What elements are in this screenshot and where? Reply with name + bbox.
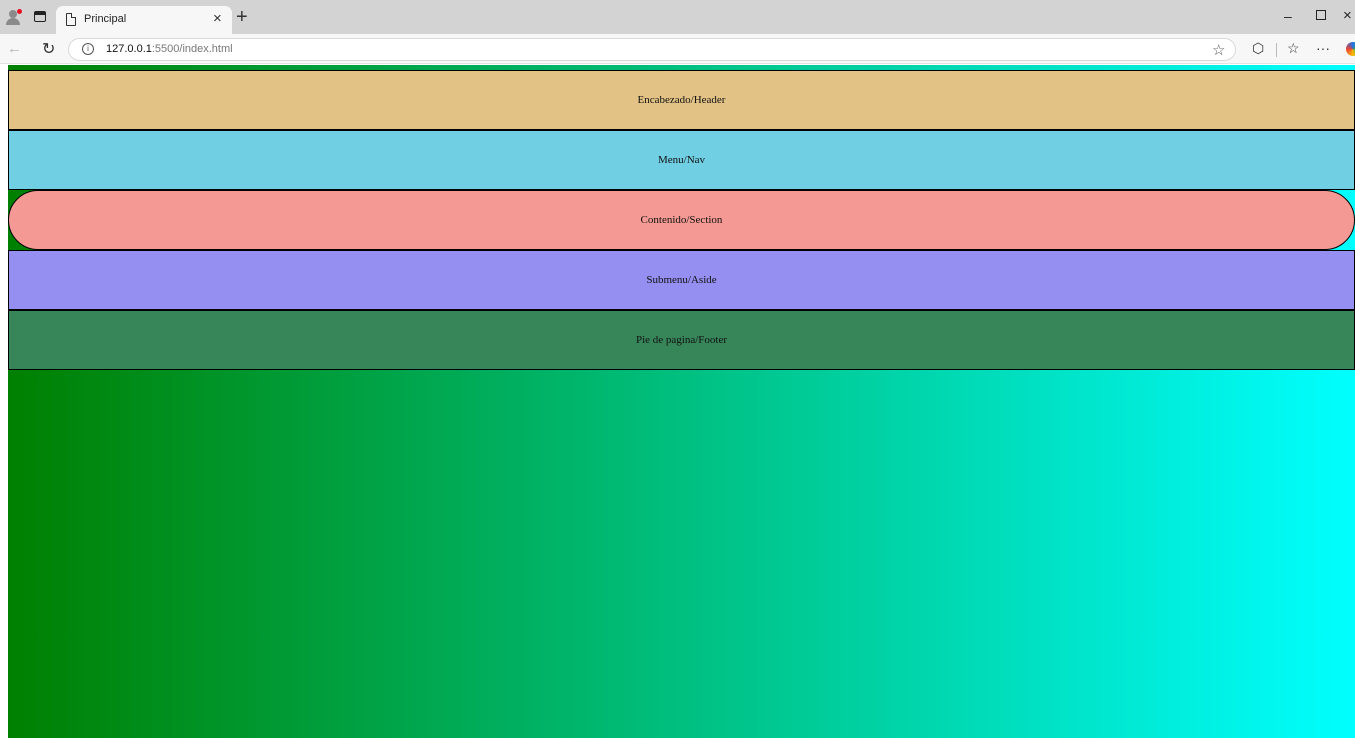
tab-actions-icon[interactable] <box>34 11 46 22</box>
profile-icon[interactable] <box>6 9 24 25</box>
footer-label: Pie de pagina/Footer <box>635 334 728 346</box>
address-bar[interactable]: i 127.0.0.1:5500/index.html ☆ <box>68 38 1236 61</box>
browser-tab[interactable]: Principal × <box>56 6 232 34</box>
back-arrow-icon[interactable]: ← <box>7 40 22 57</box>
header-label: Encabezado/Header <box>637 94 726 106</box>
toolbar-divider <box>1276 43 1277 57</box>
aside-label: Submenu/Aside <box>646 274 717 286</box>
page-body: Encabezado/Header Menu/Nav Contenido/Sec… <box>8 65 1355 738</box>
url-text[interactable]: 127.0.0.1:5500/index.html <box>106 43 233 55</box>
maximize-button[interactable] <box>1316 10 1326 20</box>
star-icon[interactable]: ☆ <box>1212 41 1225 59</box>
close-window-button[interactable]: × <box>1343 7 1352 24</box>
tab-title: Principal <box>84 13 127 25</box>
minimize-button[interactable]: – <box>1284 8 1292 24</box>
footer-box: Pie de pagina/Footer <box>8 310 1355 370</box>
header-box: Encabezado/Header <box>8 70 1355 130</box>
nav-label: Menu/Nav <box>657 154 706 166</box>
favorites-icon[interactable]: ☆ <box>1287 40 1300 57</box>
more-icon[interactable]: ··· <box>1316 40 1330 56</box>
info-icon[interactable]: i <box>82 43 94 55</box>
extensions-icon[interactable]: ⬡ <box>1252 40 1264 57</box>
tab-close-button[interactable]: × <box>213 10 222 28</box>
document-icon <box>66 12 77 26</box>
new-tab-button[interactable]: + <box>236 6 248 28</box>
copilot-icon[interactable] <box>1346 42 1355 56</box>
browser-tab-bar: Principal × + – × <box>0 0 1355 34</box>
aside-box: Submenu/Aside <box>8 250 1355 310</box>
section-label: Contenido/Section <box>640 214 723 226</box>
nav-box: Menu/Nav <box>8 130 1355 190</box>
browser-toolbar: ← ↻ i 127.0.0.1:5500/index.html ☆ ⬡ ☆ ··… <box>0 34 1355 64</box>
section-box: Contenido/Section <box>8 190 1355 250</box>
refresh-icon[interactable]: ↻ <box>42 39 55 59</box>
